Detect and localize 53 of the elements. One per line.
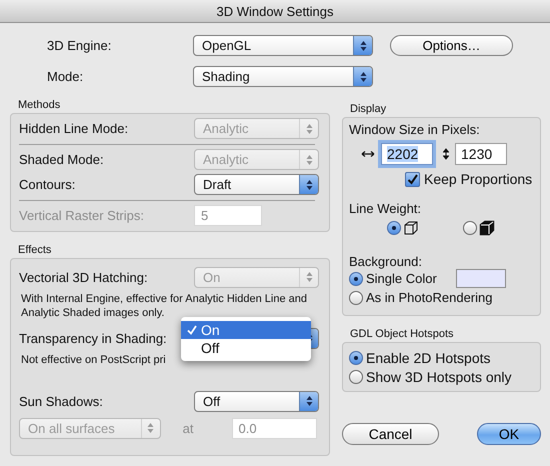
wireframe-cube-icon (403, 220, 419, 236)
checkbox[interactable] (405, 172, 420, 186)
updown-arrows-icon (353, 36, 372, 55)
field-label: Hidden Line Mode: (19, 121, 130, 136)
radio-button[interactable] (387, 221, 401, 235)
updown-arrows-icon (353, 67, 372, 86)
dropdown[interactable]: OpenGL (193, 35, 373, 56)
field-label: Line Weight: (349, 201, 422, 216)
radio-button[interactable] (463, 221, 477, 235)
section-title: Methods (17, 99, 62, 113)
ok-button[interactable]: OK (477, 423, 541, 445)
field-label: Window Size in Pixels: (349, 122, 481, 137)
field-label: Sun Shadows: (19, 394, 104, 408)
dropdown[interactable]: Draft (194, 174, 319, 195)
field-label: Shaded Mode: (19, 152, 105, 167)
section-title: GDL Object Hotspots (349, 328, 455, 342)
field-label: Transparency in Shading: (19, 330, 168, 346)
cancel-button[interactable]: Cancel (342, 423, 439, 445)
radio-button[interactable] (349, 290, 363, 304)
updown-arrows-icon (299, 392, 318, 410)
window-title: 3D Window Settings (216, 4, 334, 18)
checkbox-label: Keep Proportions (424, 171, 532, 187)
options-button[interactable]: Options… (390, 35, 513, 56)
field-label: Background: (349, 254, 423, 269)
color-swatch[interactable] (456, 269, 506, 288)
field-label: 3D Engine: (47, 38, 112, 53)
radio-button[interactable] (349, 272, 363, 286)
menu-item[interactable]: On (181, 320, 311, 338)
solid-cube-icon (479, 220, 495, 236)
radio-button[interactable] (349, 350, 363, 364)
checkmark-icon (187, 324, 197, 334)
menu-item[interactable]: Off (181, 338, 311, 356)
dropdown[interactable]: Off (194, 390, 319, 412)
horizontal-arrow-icon (361, 150, 375, 158)
height-field[interactable]: 1230 (455, 143, 507, 165)
radio-label: As in PhotoRendering (366, 290, 492, 305)
vertical-arrow-icon (443, 148, 449, 160)
radio-label: Single Color (366, 271, 437, 286)
radio-label: Enable 2D Hotspots (366, 350, 491, 366)
field-label: Mode: (47, 69, 84, 84)
radio-label: Show 3D Hotspots only (366, 368, 512, 384)
hint-text: With Internal Engine, effective for Analytic Hidden Line and Analytic Shaded images only. (21, 292, 308, 320)
radio-button[interactable] (349, 370, 363, 384)
field-label: Vectorial 3D Hatching: (19, 270, 149, 284)
field-label: Contours: (19, 177, 76, 192)
dropdown[interactable]: Shading (193, 66, 373, 87)
updown-arrows-icon (299, 175, 318, 194)
hint-text: Not effective on PostScript pri (21, 353, 167, 367)
width-field[interactable]: 2202 (381, 143, 433, 165)
section-title: Effects (17, 244, 52, 258)
section-title: Display (349, 103, 388, 117)
field-label: at (182, 420, 194, 436)
field-label: Vertical Raster Strips: (19, 208, 145, 223)
